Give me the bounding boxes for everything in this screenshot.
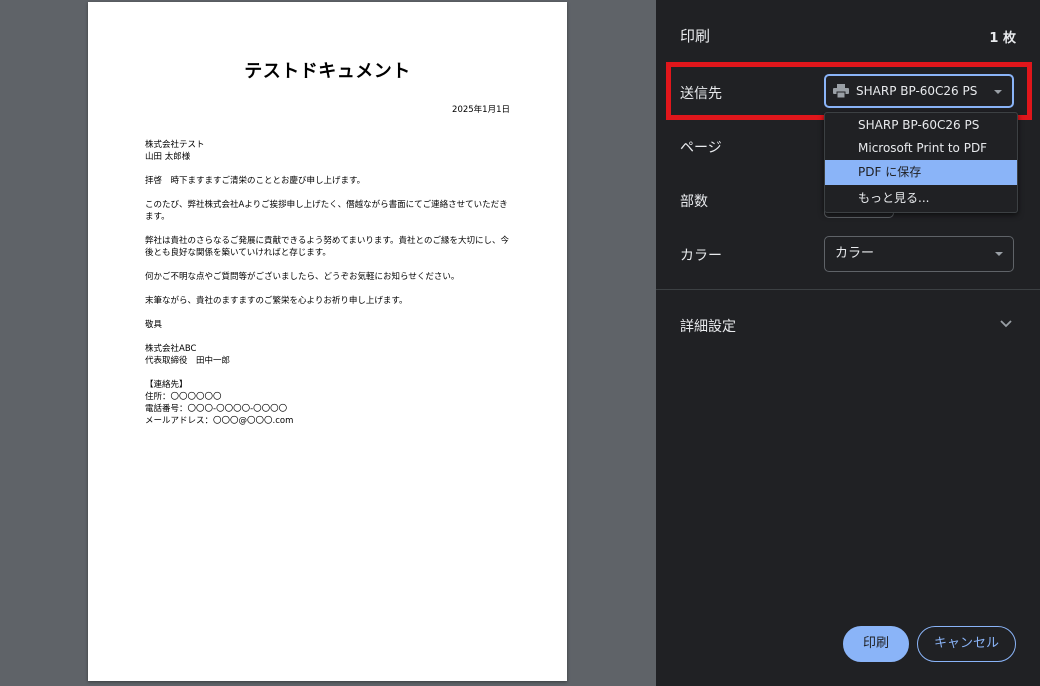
dropdown-arrow-icon <box>995 252 1003 256</box>
cancel-button[interactable]: キャンセル <box>917 626 1016 662</box>
preview-page: テストドキュメント 2025年1月1日 株式会社テスト 山田 太郎様 拝啓 時下… <box>88 2 567 681</box>
color-value: カラー <box>835 246 875 261</box>
pages-label: ページ <box>680 140 722 156</box>
color-select[interactable]: カラー <box>824 236 1014 272</box>
document-paragraph: 【連絡先】 住所：〇〇〇〇〇〇 電話番号：〇〇〇-〇〇〇〇-〇〇〇〇 メールアド… <box>145 380 294 426</box>
document-paragraph: 拝啓 時下ますますご清栄のこととお慶び申し上げます。 <box>145 176 366 186</box>
printer-icon <box>833 84 849 98</box>
chevron-down-icon[interactable] <box>1000 319 1012 329</box>
document-paragraph: 弊社は貴社のさらなるご発展に貢献できるよう努めてまいります。貴社とのご縁を大切に… <box>145 236 509 258</box>
destination-option-selected[interactable]: PDF に保存 <box>825 160 1017 185</box>
document-paragraph: 何かご不明な点やご質問等がございましたら、どうぞお気軽にお知らせください。 <box>145 272 460 282</box>
document-paragraph: このたび、弊社株式会社Aよりご挨拶申し上げたく、僭越ながら書面にてご連絡させてい… <box>145 200 508 222</box>
document-date: 2025年1月1日 <box>452 105 510 115</box>
destination-value: SHARP BP-60C26 PS <box>856 84 978 98</box>
advanced-settings-label[interactable]: 詳細設定 <box>680 316 736 336</box>
dropdown-arrow-icon <box>994 90 1002 94</box>
destination-select[interactable]: SHARP BP-60C26 PS <box>824 74 1014 108</box>
sheet-count: 1 枚 <box>989 31 1016 46</box>
section-divider <box>656 289 1040 290</box>
destination-option[interactable]: SHARP BP-60C26 PS <box>825 113 1017 138</box>
document-body: 株式会社テスト 山田 太郎様 拝啓 時下ますますご清栄のこととお慶び申し上げます… <box>145 139 515 439</box>
copies-label: 部数 <box>680 194 708 210</box>
document-paragraph: 株式会社ABC 代表取締役 田中一郎 <box>145 344 231 366</box>
color-label: カラー <box>680 248 722 264</box>
document-title: テストドキュメント <box>244 61 411 82</box>
document-paragraph: 敬具 <box>145 320 163 330</box>
destination-label: 送信先 <box>680 86 722 102</box>
document-paragraph: 末筆ながら、貴社のますますのご繁栄を心よりお祈り申し上げます。 <box>145 296 408 306</box>
print-preview-area: テストドキュメント 2025年1月1日 株式会社テスト 山田 太郎様 拝啓 時下… <box>0 0 656 686</box>
print-button[interactable]: 印刷 <box>843 626 909 662</box>
destination-option[interactable]: Microsoft Print to PDF <box>825 136 1017 161</box>
document-paragraph: 株式会社テスト 山田 太郎様 <box>145 140 205 162</box>
panel-title: 印刷 <box>680 27 711 45</box>
print-settings-panel: 印刷 1 枚 送信先 SHARP BP-60C26 PS ページ 部数 SHAR… <box>656 0 1040 686</box>
destination-dropdown-list: SHARP BP-60C26 PS Microsoft Print to PDF… <box>824 112 1018 213</box>
destination-option-more[interactable]: もっと見る... <box>825 186 1017 211</box>
